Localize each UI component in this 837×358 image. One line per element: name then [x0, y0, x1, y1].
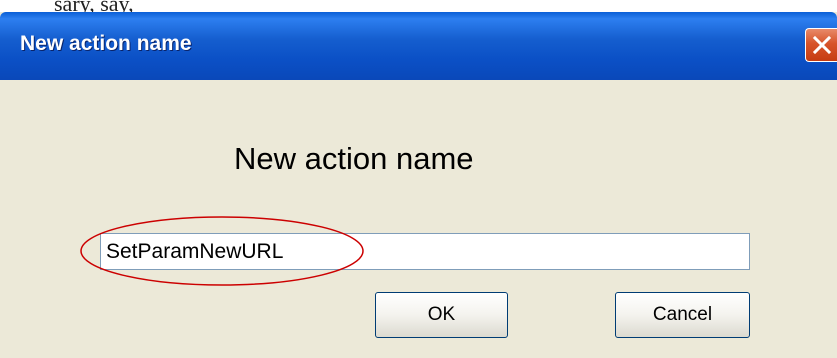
- close-x-icon: [812, 35, 832, 55]
- cancel-button[interactable]: Cancel: [615, 292, 750, 338]
- action-name-input[interactable]: [100, 233, 750, 270]
- close-button[interactable]: [805, 28, 837, 62]
- dialog-title-bar[interactable]: New action name: [0, 12, 837, 80]
- dialog-heading: New action name: [234, 141, 474, 176]
- new-action-name-dialog: New action name New action name OK Cance…: [0, 12, 837, 358]
- dialog-title: New action name: [20, 32, 192, 55]
- screenshot-stage: sary, say, New action name New action na…: [0, 0, 837, 358]
- ok-button[interactable]: OK: [375, 292, 508, 338]
- dialog-client-area: New action name OK Cancel: [0, 80, 837, 358]
